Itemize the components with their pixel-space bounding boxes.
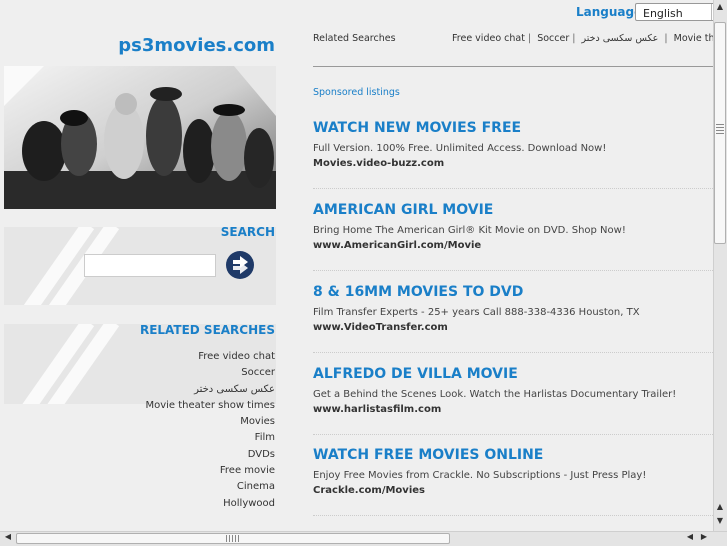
ad-title[interactable]: ALFREDO DE VILLA MOVIE: [313, 366, 713, 382]
related-link[interactable]: Free video chat: [198, 351, 275, 362]
list-item: Cinema: [145, 479, 275, 495]
list-item: DVDs: [145, 447, 275, 463]
ad-description: Enjoy Free Movies from Crackle. No Subsc…: [313, 470, 647, 481]
top-link[interactable]: Soccer: [537, 33, 569, 44]
ad-title[interactable]: 8 & 16MM MOVIES TO DVD: [313, 284, 713, 300]
search-input[interactable]: [84, 254, 216, 277]
ad-url[interactable]: Crackle.com/Movies: [313, 485, 713, 496]
divider: [313, 434, 713, 435]
list-item: Free video chat: [145, 349, 275, 365]
scroll-left-icon[interactable]: ◀: [2, 532, 14, 544]
ad-title[interactable]: WATCH NEW MOVIES FREE: [313, 120, 713, 136]
top-related-links: Free video chat | Soccer | عکس سکسی دختر |…: [452, 33, 727, 44]
related-link[interactable]: Movie theater show times: [145, 400, 275, 411]
scroll-up-icon[interactable]: ▲: [714, 2, 726, 14]
top-related-label: Related Searches: [313, 33, 396, 44]
ad-description: Get a Behind the Scenes Look. Watch the …: [313, 389, 677, 400]
ad-url[interactable]: www.harlistasfilm.com: [313, 404, 713, 415]
list-item: Movie theater show times: [145, 398, 275, 414]
ad-title[interactable]: WATCH FREE MOVIES ONLINE: [313, 447, 713, 463]
related-link[interactable]: Soccer: [241, 367, 275, 378]
related-link[interactable]: Free movie: [220, 465, 275, 476]
list-item: Movies: [145, 414, 275, 430]
divider: [313, 352, 713, 353]
ad-listing: AMERICAN GIRL MOVIE Bring Home The Ameri…: [313, 202, 713, 271]
related-link[interactable]: عکس سکسی دختر: [194, 384, 275, 395]
ad-listing: 8 & 16MM MOVIES TO DVD Film Transfer Exp…: [313, 284, 713, 353]
top-link[interactable]: Free video chat: [452, 33, 525, 44]
grip-icon: [716, 124, 724, 136]
language-selected-value: English: [643, 7, 683, 20]
divider: [313, 66, 713, 67]
scroll-down-icon[interactable]: ▼: [714, 516, 726, 528]
list-item: Hollywood: [145, 496, 275, 512]
related-searches-list: Free video chat Soccer عکس سکسی دختر Mov…: [145, 349, 275, 512]
ad-url[interactable]: www.VideoTransfer.com: [313, 322, 713, 333]
scroll-up-icon[interactable]: ▲: [714, 502, 726, 514]
ad-listing: ALFREDO DE VILLA MOVIE Get a Behind the …: [313, 366, 713, 435]
divider: [313, 515, 713, 516]
ad-description: Film Transfer Experts - 25+ years Call 8…: [313, 307, 640, 318]
search-heading: SEARCH: [220, 225, 275, 239]
list-item: Soccer: [145, 365, 275, 381]
related-link[interactable]: Hollywood: [223, 498, 275, 509]
related-link[interactable]: Movies: [240, 416, 275, 427]
ad-url[interactable]: www.AmericanGirl.com/Movie: [313, 240, 713, 251]
list-item: عکس سکسی دختر: [145, 382, 275, 398]
link-separator: |: [527, 33, 532, 44]
divider: [313, 270, 713, 271]
related-link[interactable]: DVDs: [248, 449, 275, 460]
list-item: Free movie: [145, 463, 275, 479]
search-button[interactable]: [226, 251, 254, 279]
ad-description: Bring Home The American Girl® Kit Movie …: [313, 225, 626, 236]
site-name[interactable]: ps3movies.com: [118, 35, 275, 56]
link-separator: |: [572, 33, 576, 44]
sponsored-label: Sponsored listings: [313, 87, 400, 98]
divider: [313, 188, 713, 189]
ad-listing: WATCH FREE MOVIES ONLINE Enjoy Free Movi…: [313, 447, 713, 516]
list-item: Film: [145, 430, 275, 446]
scroll-left-icon[interactable]: ◀: [684, 532, 696, 544]
scroll-right-icon[interactable]: ▶: [698, 532, 710, 544]
related-link[interactable]: Cinema: [237, 481, 275, 492]
ad-title[interactable]: AMERICAN GIRL MOVIE: [313, 202, 713, 218]
hero-photo: [4, 66, 276, 209]
ad-description: Full Version. 100% Free. Unlimited Acces…: [313, 143, 607, 154]
ad-listing: WATCH NEW MOVIES FREE Full Version. 100%…: [313, 120, 713, 189]
related-searches-heading: RELATED SEARCHES: [139, 323, 275, 337]
grip-icon: [226, 535, 240, 542]
link-separator: |: [661, 33, 668, 44]
arrow-right-icon: [233, 256, 248, 274]
top-link[interactable]: عکس سکسی دختر: [581, 33, 658, 44]
related-link[interactable]: Film: [255, 432, 275, 443]
ad-url[interactable]: Movies.video-buzz.com: [313, 158, 713, 169]
